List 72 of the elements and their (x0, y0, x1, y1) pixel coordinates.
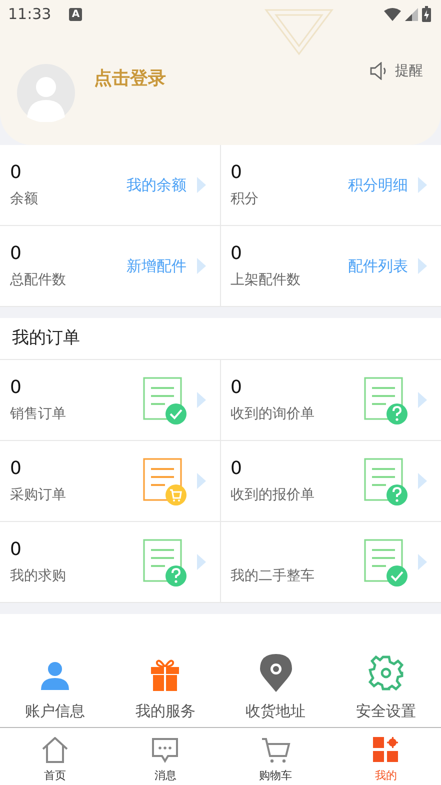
stat-value: 0 (230, 162, 243, 184)
stat-cell[interactable]: 0 余额 我的余额 (0, 145, 220, 226)
order-label: 我的二手整车 (230, 567, 316, 585)
person-icon (39, 660, 72, 692)
service-label: 账户信息 (25, 702, 86, 721)
document-question-icon (364, 377, 408, 425)
service-item[interactable]: 我的服务 (110, 658, 220, 721)
order-count: 0 (10, 458, 22, 480)
arrow-icon (196, 177, 206, 193)
order-label: 收到的询价单 (230, 405, 316, 423)
home-icon (41, 737, 70, 763)
stat-cell[interactable]: 0 总配件数 新增配件 (0, 226, 220, 307)
stat-label: 余额 (10, 190, 39, 208)
nav-tab[interactable]: 消息 (110, 728, 220, 785)
order-cell[interactable]: 0 销售订单 (0, 360, 220, 441)
reminder-button[interactable]: 提醒 (370, 62, 423, 80)
order-label: 收到的报价单 (230, 486, 316, 504)
stat-cell[interactable]: 0 积分 积分明细 (220, 145, 441, 226)
document-check-icon (142, 377, 186, 425)
stat-label: 积分 (230, 190, 260, 208)
order-count: 0 (230, 458, 243, 480)
order-cell[interactable]: 0 采购订单 (0, 441, 220, 522)
arrow-icon (418, 473, 427, 489)
order-count: 0 (10, 539, 22, 561)
service-item[interactable]: 安全设置 (330, 654, 441, 721)
message-icon (151, 737, 180, 763)
arrow-icon (196, 392, 206, 408)
document-cart-icon (142, 458, 186, 506)
stat-cell[interactable]: 0 上架配件数 配件列表 (220, 226, 441, 307)
document-question-icon (142, 539, 186, 587)
service-label: 安全设置 (356, 702, 416, 721)
order-count: 0 (230, 377, 243, 399)
stat-value: 0 (10, 162, 22, 184)
order-count: 0 (10, 377, 22, 399)
arrow-icon (418, 554, 427, 570)
nav-tab[interactable]: 购物车 (220, 728, 331, 785)
status-time: 11:33 (8, 5, 52, 23)
service-item[interactable]: 收货地址 (220, 654, 331, 721)
order-cell[interactable]: 我的二手整车 (220, 522, 441, 603)
arrow-icon (418, 177, 427, 193)
arrow-icon (196, 554, 206, 570)
stat-value: 0 (10, 243, 22, 265)
order-label: 采购订单 (10, 486, 67, 504)
order-cell[interactable]: 0 收到的报价单 (220, 441, 441, 522)
order-label: 我的求购 (10, 567, 67, 585)
stat-label: 总配件数 (10, 271, 67, 289)
service-label: 收货地址 (246, 702, 306, 721)
document-check-icon (364, 539, 408, 587)
battery-icon (422, 6, 431, 22)
nav-tab[interactable]: 首页 (0, 728, 110, 785)
wifi-icon (384, 8, 401, 20)
cart-icon (260, 737, 291, 763)
order-label: 销售订单 (10, 405, 67, 423)
service-item[interactable]: 账户信息 (0, 660, 110, 721)
document-question-icon (364, 458, 408, 506)
stat-label: 上架配件数 (230, 271, 302, 289)
arrow-icon (196, 258, 206, 274)
service-label: 我的服务 (135, 702, 196, 721)
gift-icon (149, 658, 182, 692)
arrow-icon (196, 473, 206, 489)
order-cell[interactable]: 0 我的求购 (0, 522, 220, 603)
stat-value: 0 (230, 243, 243, 265)
arrow-icon (418, 392, 427, 408)
grid-icon (372, 737, 399, 763)
section-title: 我的订单 (0, 318, 441, 360)
location-pin-icon (260, 654, 292, 692)
settings-icon (366, 654, 405, 692)
notification-icon: A (69, 8, 82, 20)
arrow-icon (418, 258, 427, 274)
signal-icon (405, 8, 418, 20)
triangle-decoration (264, 8, 334, 58)
order-cell[interactable]: 0 收到的询价单 (220, 360, 441, 441)
